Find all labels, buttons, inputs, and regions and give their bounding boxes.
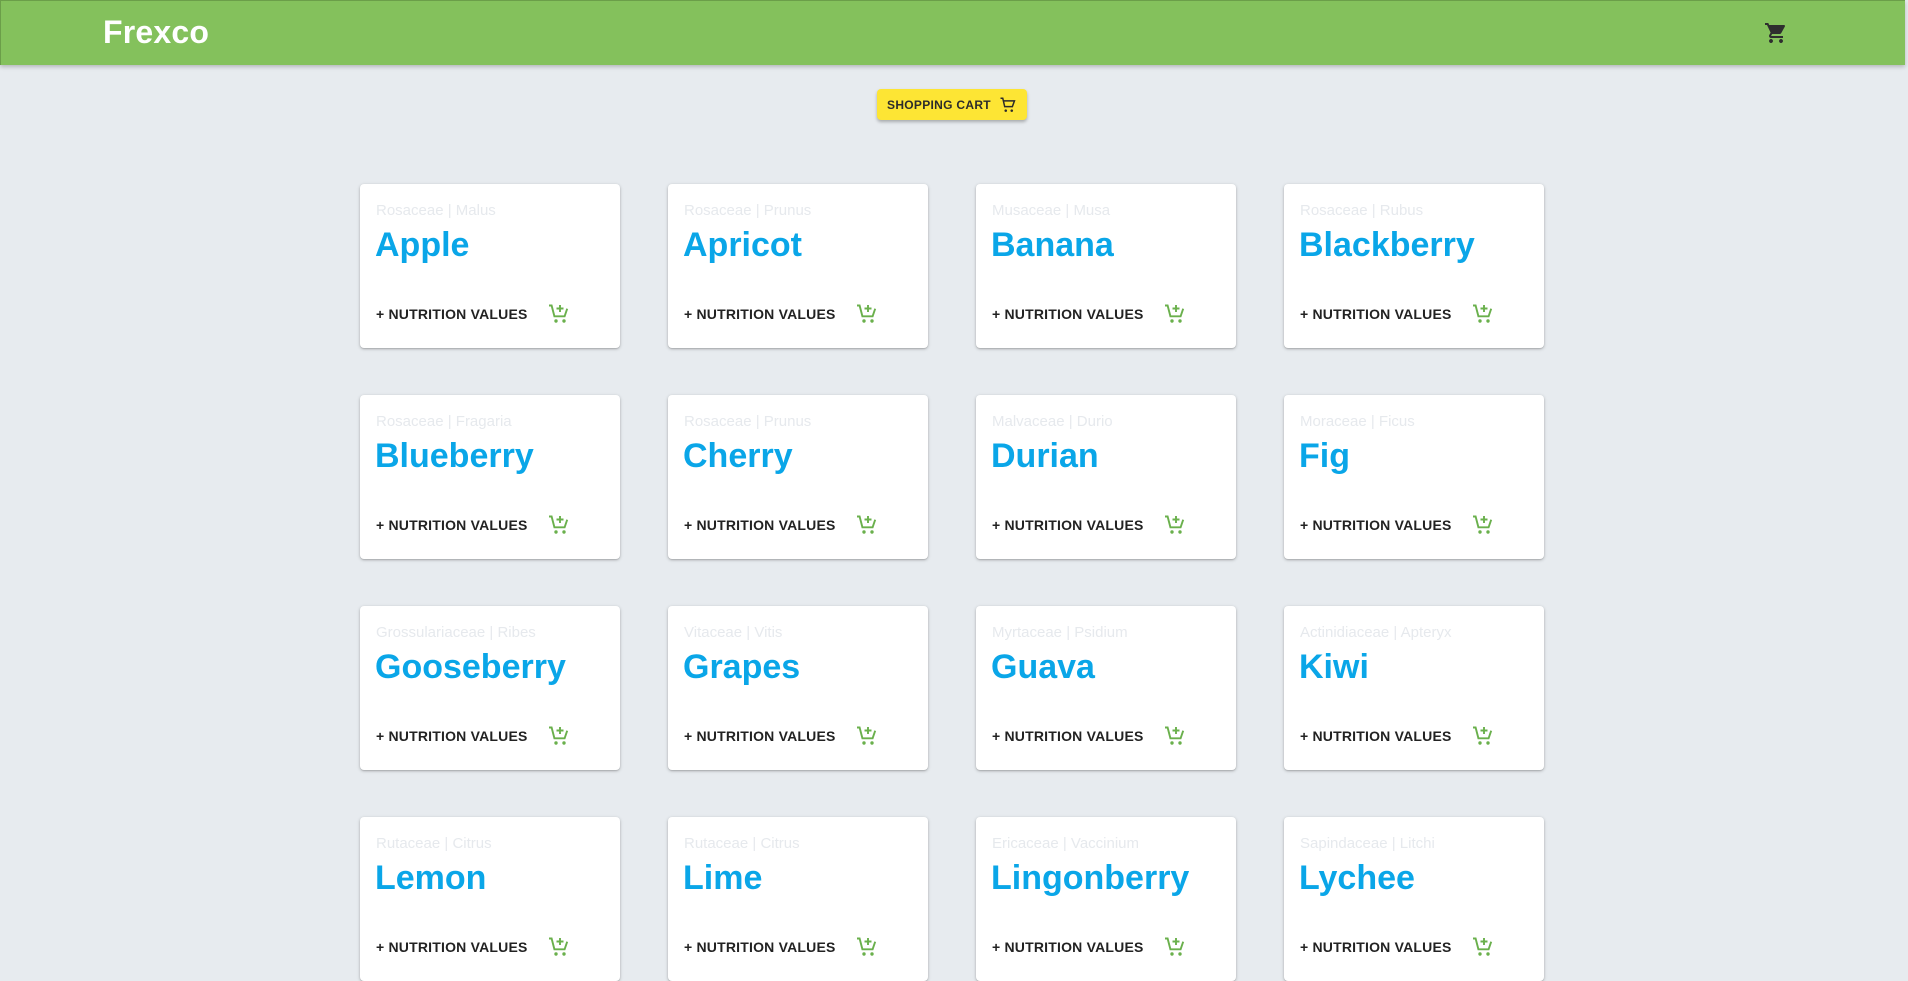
fruit-name: Gooseberry: [375, 648, 566, 686]
nutrition-values-button[interactable]: + NUTRITION VALUES: [992, 306, 1144, 322]
fruit-family: Rosaceae | Rubus: [1300, 202, 1424, 219]
app-bar: Frexco: [0, 0, 1905, 65]
fruit-card: Rosaceae | Rubus Blackberry + NUTRITION VA…: [1284, 184, 1544, 348]
fruit-family: Rutaceae | Citrus: [684, 835, 800, 852]
fruit-name: Guava: [991, 648, 1095, 686]
brand-title[interactable]: Frexco: [103, 14, 209, 51]
fruit-name: Cherry: [683, 437, 793, 475]
nutrition-values-button[interactable]: + NUTRITION VALUES: [1300, 517, 1452, 533]
fruit-family: Rosaceae | Prunus: [684, 202, 812, 219]
add-shopping-cart-icon[interactable]: [1471, 302, 1495, 326]
fruit-family: Rutaceae | Citrus: [376, 835, 492, 852]
fruit-family: Ericaceae | Vaccinium: [992, 835, 1140, 852]
fruit-card: Myrtaceae | Psidium Guava + NUTRITION VALU…: [976, 606, 1236, 770]
add-shopping-cart-icon[interactable]: [855, 302, 879, 326]
add-shopping-cart-icon[interactable]: [1163, 513, 1187, 537]
fruit-family: Myrtaceae | Psidium: [992, 624, 1128, 641]
add-shopping-cart-icon[interactable]: [1163, 935, 1187, 959]
nutrition-values-button[interactable]: + NUTRITION VALUES: [992, 517, 1144, 533]
shopping-cart-icon[interactable]: [1764, 21, 1788, 45]
add-shopping-cart-icon[interactable]: [855, 935, 879, 959]
fruit-name: Apple: [375, 226, 470, 264]
add-shopping-cart-icon[interactable]: [1163, 724, 1187, 748]
fruit-name: Blackberry: [1299, 226, 1475, 264]
nutrition-values-button[interactable]: + NUTRITION VALUES: [684, 517, 836, 533]
add-shopping-cart-icon[interactable]: [547, 935, 571, 959]
fruit-card: Rutaceae | Citrus Lime + NUTRITION VALUES: [668, 817, 928, 981]
fruit-family: Rosaceae | Prunus: [684, 413, 812, 430]
shopping-cart-icon: [999, 96, 1017, 114]
fruit-name: Apricot: [683, 226, 802, 264]
fruit-name: Lingonberry: [991, 859, 1190, 897]
fruit-card: Rosaceae | Fragaria Blueberry + NUTRITION …: [360, 395, 620, 559]
fruit-name: Lychee: [1299, 859, 1415, 897]
fruit-family: Actinidiaceae | Apteryx: [1300, 624, 1452, 641]
fruit-card: Musaceae | Musa Banana + NUTRITION VALUES: [976, 184, 1236, 348]
fruit-name: Kiwi: [1299, 648, 1369, 686]
add-shopping-cart-icon[interactable]: [547, 513, 571, 537]
fruit-card: Actinidiaceae | Apteryx Kiwi + NUTRITION V…: [1284, 606, 1544, 770]
fruit-name: Lemon: [375, 859, 487, 897]
nutrition-values-button[interactable]: + NUTRITION VALUES: [376, 306, 528, 322]
nutrition-values-button[interactable]: + NUTRITION VALUES: [684, 728, 836, 744]
nutrition-values-button[interactable]: + NUTRITION VALUES: [684, 306, 836, 322]
fruit-card: Rosaceae | Malus Apple + NUTRITION VALUES: [360, 184, 620, 348]
fruit-name: Lime: [683, 859, 763, 897]
fruit-card: Vitaceae | Vitis Grapes + NUTRITION VALUES: [668, 606, 928, 770]
fruit-card: Rosaceae | Prunus Cherry + NUTRITION VALUE…: [668, 395, 928, 559]
fruit-name: Grapes: [683, 648, 801, 686]
fruit-name: Blueberry: [375, 437, 534, 475]
fruit-card: Moraceae | Ficus Fig + NUTRITION VALUES: [1284, 395, 1544, 559]
nutrition-values-button[interactable]: + NUTRITION VALUES: [992, 728, 1144, 744]
fruit-card: Malvaceae | Durio Durian + NUTRITION VALUE…: [976, 395, 1236, 559]
shopping-cart-button[interactable]: SHOPPING CART: [877, 89, 1027, 120]
fruit-grid: Rosaceae | Malus Apple + NUTRITION VALUES R…: [360, 184, 1546, 981]
fruit-card: Grossulariaceae | Ribes Gooseberry + NUTRI…: [360, 606, 620, 770]
fruit-family: Rosaceae | Malus: [376, 202, 496, 219]
fruit-name: Banana: [991, 226, 1114, 264]
fruit-card: Ericaceae | Vaccinium Lingonberry + NUTRIT…: [976, 817, 1236, 981]
nutrition-values-button[interactable]: + NUTRITION VALUES: [376, 517, 528, 533]
fruit-card: Rutaceae | Citrus Lemon + NUTRITION VALUES: [360, 817, 620, 981]
add-shopping-cart-icon[interactable]: [1471, 935, 1495, 959]
fruit-card: Sapindaceae | Litchi Lychee + NUTRITION VA…: [1284, 817, 1544, 981]
fruit-family: Grossulariaceae | Ribes: [376, 624, 536, 641]
fruit-family: Sapindaceae | Litchi: [1300, 835, 1435, 852]
fruit-card: Rosaceae | Prunus Apricot + NUTRITION VALU…: [668, 184, 928, 348]
shopping-cart-button-label: SHOPPING CART: [887, 97, 991, 112]
fruit-name: Fig: [1299, 437, 1350, 475]
add-shopping-cart-icon[interactable]: [547, 302, 571, 326]
fruit-family: Rosaceae | Fragaria: [376, 413, 512, 430]
nutrition-values-button[interactable]: + NUTRITION VALUES: [376, 728, 528, 744]
add-shopping-cart-icon[interactable]: [1471, 724, 1495, 748]
fruit-family: Vitaceae | Vitis: [684, 624, 783, 641]
add-shopping-cart-icon[interactable]: [855, 724, 879, 748]
add-shopping-cart-icon[interactable]: [1471, 513, 1495, 537]
nutrition-values-button[interactable]: + NUTRITION VALUES: [1300, 728, 1452, 744]
add-shopping-cart-icon[interactable]: [855, 513, 879, 537]
fruit-family: Moraceae | Ficus: [1300, 413, 1415, 430]
fruit-family: Musaceae | Musa: [992, 202, 1111, 219]
nutrition-values-button[interactable]: + NUTRITION VALUES: [1300, 306, 1452, 322]
add-shopping-cart-icon[interactable]: [1163, 302, 1187, 326]
add-shopping-cart-icon[interactable]: [547, 724, 571, 748]
fruit-family: Malvaceae | Durio: [992, 413, 1113, 430]
fruit-name: Durian: [991, 437, 1099, 475]
